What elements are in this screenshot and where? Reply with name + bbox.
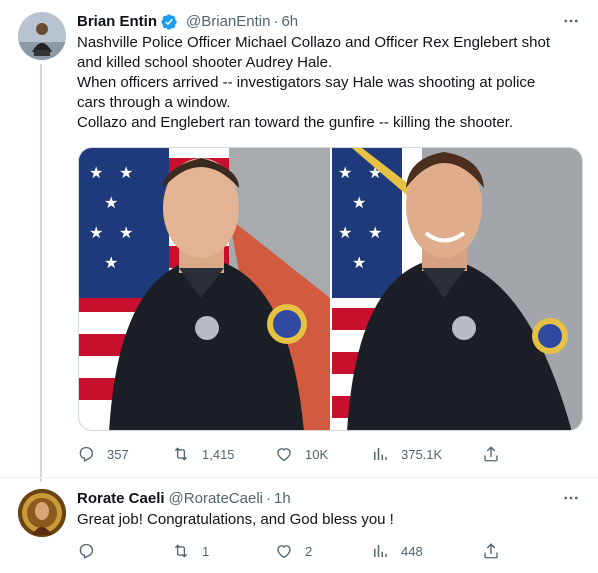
separator-dot: · <box>273 13 279 30</box>
reply-button[interactable] <box>77 541 107 561</box>
more-icon[interactable] <box>560 11 582 31</box>
like-icon <box>277 545 291 559</box>
svg-text:★: ★ <box>89 223 103 242</box>
tweet-text-line: Great job! Congratulations, and God bles… <box>77 511 394 528</box>
retweet-count: 1,415 <box>202 446 235 462</box>
tweet-text-line: and killed school shooter Audrey Hale. <box>77 54 333 71</box>
reply-count: 357 <box>107 446 129 462</box>
tweet-text-line: Collazo and Englebert ran toward the gun… <box>77 114 514 131</box>
like-button[interactable]: 2 <box>275 541 312 561</box>
timestamp[interactable]: 1h <box>274 490 291 507</box>
svg-text:★: ★ <box>119 163 133 182</box>
display-name[interactable]: Rorate Caeli <box>77 490 165 507</box>
svg-text:★: ★ <box>352 253 366 272</box>
reply-icon <box>79 543 94 559</box>
display-name[interactable]: Brian Entin <box>77 13 157 30</box>
separator-dot: · <box>265 490 271 507</box>
retweet-button[interactable]: 1,415 <box>172 444 235 464</box>
svg-text:★: ★ <box>104 193 118 212</box>
avatar[interactable] <box>18 12 66 60</box>
tweet-text-line: cars through a window. <box>77 94 231 111</box>
thread-line <box>40 64 42 482</box>
views-button[interactable]: 448 <box>371 541 423 561</box>
svg-text:★: ★ <box>338 223 352 242</box>
share-button[interactable] <box>482 541 500 561</box>
more-icon[interactable] <box>560 488 582 508</box>
retweet-count: 1 <box>202 543 210 559</box>
tweet-content: Rorate Caeli @RorateCaeli · 1h Great job… <box>77 488 584 530</box>
retweet-icon <box>174 447 188 461</box>
svg-text:★: ★ <box>352 193 366 212</box>
tweet-text: Great job! Congratulations, and God bles… <box>77 510 584 530</box>
like-button[interactable]: 10K <box>275 444 328 464</box>
action-bar: 357 1,415 10K 375.1K <box>77 444 507 464</box>
retweet-button[interactable]: 1 <box>172 541 209 561</box>
avatar[interactable] <box>18 489 66 537</box>
tweet-content: Brian Entin @BrianEntin · 6h Nashville P… <box>77 11 584 133</box>
timestamp[interactable]: 6h <box>281 13 298 30</box>
svg-text:★: ★ <box>368 223 382 242</box>
like-count: 10K <box>305 446 329 462</box>
verified-badge-icon[interactable] <box>160 13 178 31</box>
reply-button[interactable]: 357 <box>77 444 129 464</box>
tweet-text-line: Nashville Police Officer Michael Collazo… <box>77 34 550 51</box>
reply-icon <box>79 446 94 462</box>
avatar-image <box>18 12 66 60</box>
svg-text:★: ★ <box>338 163 352 182</box>
avatar-image <box>18 489 66 537</box>
like-count: 2 <box>305 543 313 559</box>
views-count: 375.1K <box>401 446 443 462</box>
tweet-header: Rorate Caeli @RorateCaeli · 1h <box>77 488 584 509</box>
views-count: 448 <box>401 543 423 559</box>
tweet[interactable]: Brian Entin @BrianEntin · 6h Nashville P… <box>0 0 598 482</box>
share-icon <box>484 446 498 462</box>
photo-right[interactable]: ★ ★ ★ ★ ★ ★ <box>331 148 582 430</box>
views-icon <box>374 545 387 557</box>
like-icon <box>277 448 291 462</box>
share-icon <box>484 543 498 559</box>
svg-text:★: ★ <box>119 223 133 242</box>
tweet-text-line: When officers arrived -- investigators s… <box>77 74 536 91</box>
views-button[interactable]: 375.1K <box>371 444 442 464</box>
handle[interactable]: @BrianEntin <box>186 13 270 30</box>
action-bar: 1 2 448 <box>77 541 507 561</box>
handle[interactable]: @RorateCaeli <box>169 490 263 507</box>
media-grid: ★ ★ ★ ★ ★ ★ ★ ★ ★ ★ ★ ★ <box>78 147 583 431</box>
tweet-text: Nashville Police Officer Michael Collazo… <box>77 33 584 133</box>
svg-text:★: ★ <box>89 163 103 182</box>
svg-text:★: ★ <box>104 253 118 272</box>
retweet-icon <box>174 544 188 558</box>
share-button[interactable] <box>482 444 500 464</box>
tweet-header: Brian Entin @BrianEntin · 6h <box>77 11 584 32</box>
photo-left[interactable]: ★ ★ ★ ★ ★ ★ <box>79 148 330 430</box>
views-icon <box>374 448 387 460</box>
